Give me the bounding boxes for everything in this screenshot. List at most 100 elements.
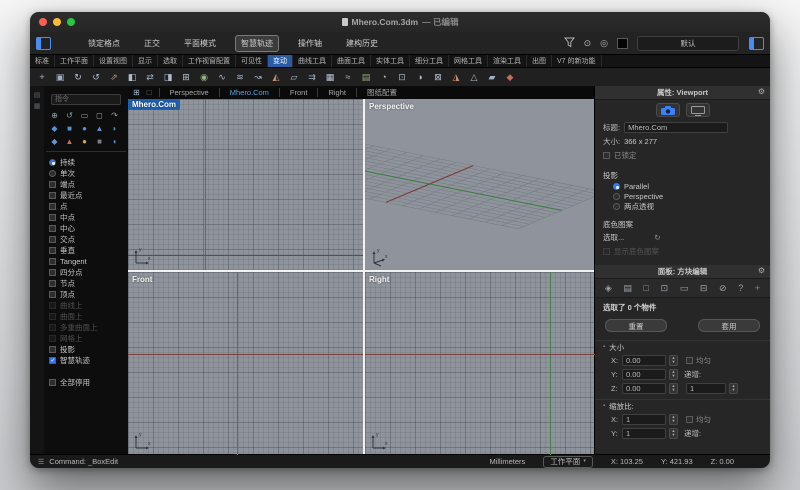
panel-icon-properties[interactable]: ◈ [605,283,612,294]
osnap-tangent[interactable]: Tangent [49,256,128,267]
viewport-perspective[interactable]: Perspective [365,99,595,270]
vtab-perspective[interactable]: Perspective [159,88,219,97]
osnap-intersection[interactable]: 交点 [49,234,128,245]
osnap-vertex[interactable]: 顶点 [49,289,128,300]
tool-icon-box[interactable]: ◆ [47,122,62,135]
stepper[interactable]: ▲▼ [669,369,678,380]
gear-icon[interactable]: ⚙ [758,87,765,96]
stepper[interactable]: ▲▼ [669,414,678,425]
dock-grid-icon[interactable]: ▦ [34,103,41,111]
icon-orient-on-surface[interactable]: ◨ [159,70,177,85]
tool-icon-sphere[interactable]: ● [77,122,92,135]
icon-squish[interactable]: ▰ [483,70,501,85]
viewport-right[interactable]: Right y x [365,272,595,455]
icon-array-rect[interactable]: ⊞ [177,70,195,85]
osnap-mid[interactable]: 中点 [49,212,128,223]
viewport-label-right[interactable]: Right [369,275,389,284]
stepper[interactable]: ▲▼ [669,355,678,366]
toggle-planar[interactable]: 平面模式 [179,35,221,52]
scale-section-header[interactable]: ▪ 缩放比: [595,399,770,412]
osnap-control[interactable] [49,181,56,188]
tool-icon-cylinder[interactable]: ◗ [107,122,122,135]
osnap-control[interactable] [49,203,56,210]
osnap-control[interactable] [49,313,56,320]
icon-cage-edit[interactable]: ▦ [321,70,339,85]
radio-parallel[interactable]: Parallel [595,181,770,191]
panel-icon-material[interactable]: ⊘ [719,283,727,294]
icon-splop[interactable]: △ [465,70,483,85]
vtab-mhero[interactable]: Mhero.Com [219,88,279,97]
tool-icon-curve[interactable]: ◖ [107,135,122,148]
stepper[interactable]: ▲▼ [669,383,678,394]
tool-icon-block[interactable]: ■ [92,135,107,148]
locked-row[interactable]: 已锁定 [595,148,770,162]
icon-taper[interactable]: ◭ [267,70,285,85]
icon-scale[interactable]: ⇗ [105,70,123,85]
vtab-layout[interactable]: 图纸配置 [356,88,407,97]
target-icon[interactable]: ◎ [600,38,608,48]
osnap-control[interactable] [49,357,56,364]
osnap-knot[interactable]: 节点 [49,278,128,289]
icon-set-points[interactable]: ⊡ [393,70,411,85]
selection-filter-icon[interactable] [564,37,575,50]
size-y-input[interactable] [622,369,666,380]
radio-two-point-perspective[interactable]: 两点透视 [595,201,770,211]
cplane-dropdown[interactable]: 工作平面 ▾ [543,456,593,468]
wallpaper-show-row[interactable]: 显示底色图案 [595,244,770,258]
toggle-ortho[interactable]: 正交 [139,35,165,52]
osnap-control[interactable] [49,159,56,166]
command-search-input[interactable] [51,94,121,105]
viewport-title-input[interactable] [624,122,728,133]
size-section-header[interactable]: ▪ 大小 [595,340,770,353]
osnap-control[interactable] [49,302,56,309]
osnap-center[interactable]: 中心 [49,223,128,234]
osnap-control[interactable] [49,247,56,254]
osnap-quadrant[interactable]: 四分点 [49,267,128,278]
record-history-icon[interactable]: ⊙ [584,38,592,48]
icon-mirror[interactable]: ◧ [123,70,141,85]
tool-icon-flame[interactable]: ▲ [62,135,77,148]
icon-project[interactable]: ◑ [411,70,429,85]
right-sidebar-toggle-icon[interactable] [749,37,764,50]
osnap-control[interactable] [49,258,56,265]
toggle-history[interactable]: 建构历史 [341,35,383,52]
vtab-front[interactable]: Front [279,88,318,97]
stepper[interactable]: ▲▼ [729,383,738,394]
icon-array-polar[interactable]: ◉ [195,70,213,85]
osnap-perpendicular[interactable]: 垂直 [49,245,128,256]
wallpaper-show-checkbox[interactable] [603,248,610,255]
icon-rotate[interactable]: ↻ [69,70,87,85]
osnap-control[interactable] [49,346,56,353]
viewport-front[interactable]: Front y x [128,272,363,455]
tool-icon-plane[interactable]: ■ [62,122,77,135]
apply-button[interactable]: 套用 [698,319,760,332]
tool-icon-frame[interactable]: ◻ [92,109,107,122]
osnap-point[interactable]: 点 [49,201,128,212]
panel-icon-layout[interactable]: ▭ [680,283,689,294]
panel-icon-box[interactable]: ⊡ [661,283,669,294]
panel-icon-display[interactable]: ⊟ [700,283,708,294]
viewport-label-perspective[interactable]: Perspective [369,102,414,111]
icon-more-transform[interactable]: ◆ [501,70,519,85]
size-uniform-checkbox[interactable] [686,357,693,364]
toggle-smarttrack[interactable]: 智慧轨迹 [235,35,279,52]
osnap-control[interactable] [49,280,56,287]
viewport-label-front[interactable]: Front [132,275,152,284]
scale-uniform-checkbox[interactable] [686,416,693,423]
osnap-control[interactable] [49,236,56,243]
tool-icon-pan[interactable]: ▭ [77,109,92,122]
osnap-project[interactable]: 投影 [49,344,128,355]
osnap-persistent[interactable]: 持续 [49,157,128,168]
camera-view-button[interactable] [656,103,680,117]
wallpaper-select-button[interactable]: 选取... [603,232,624,243]
four-viewports-icon[interactable]: ⊞ [133,88,140,97]
icon-maelstrom[interactable]: ◮ [447,70,465,85]
radio-icon[interactable] [613,183,620,190]
icon-shear[interactable]: ▱ [285,70,303,85]
tool-icon-cone[interactable]: ▲ [92,122,107,135]
icon-bend[interactable]: ↝ [249,70,267,85]
command-prompt[interactable]: Command: _BoxEdit [49,457,118,466]
osnap-control[interactable] [49,192,56,199]
monitor-view-button[interactable] [686,103,710,117]
panel-icon-help[interactable]: ? [738,283,743,293]
